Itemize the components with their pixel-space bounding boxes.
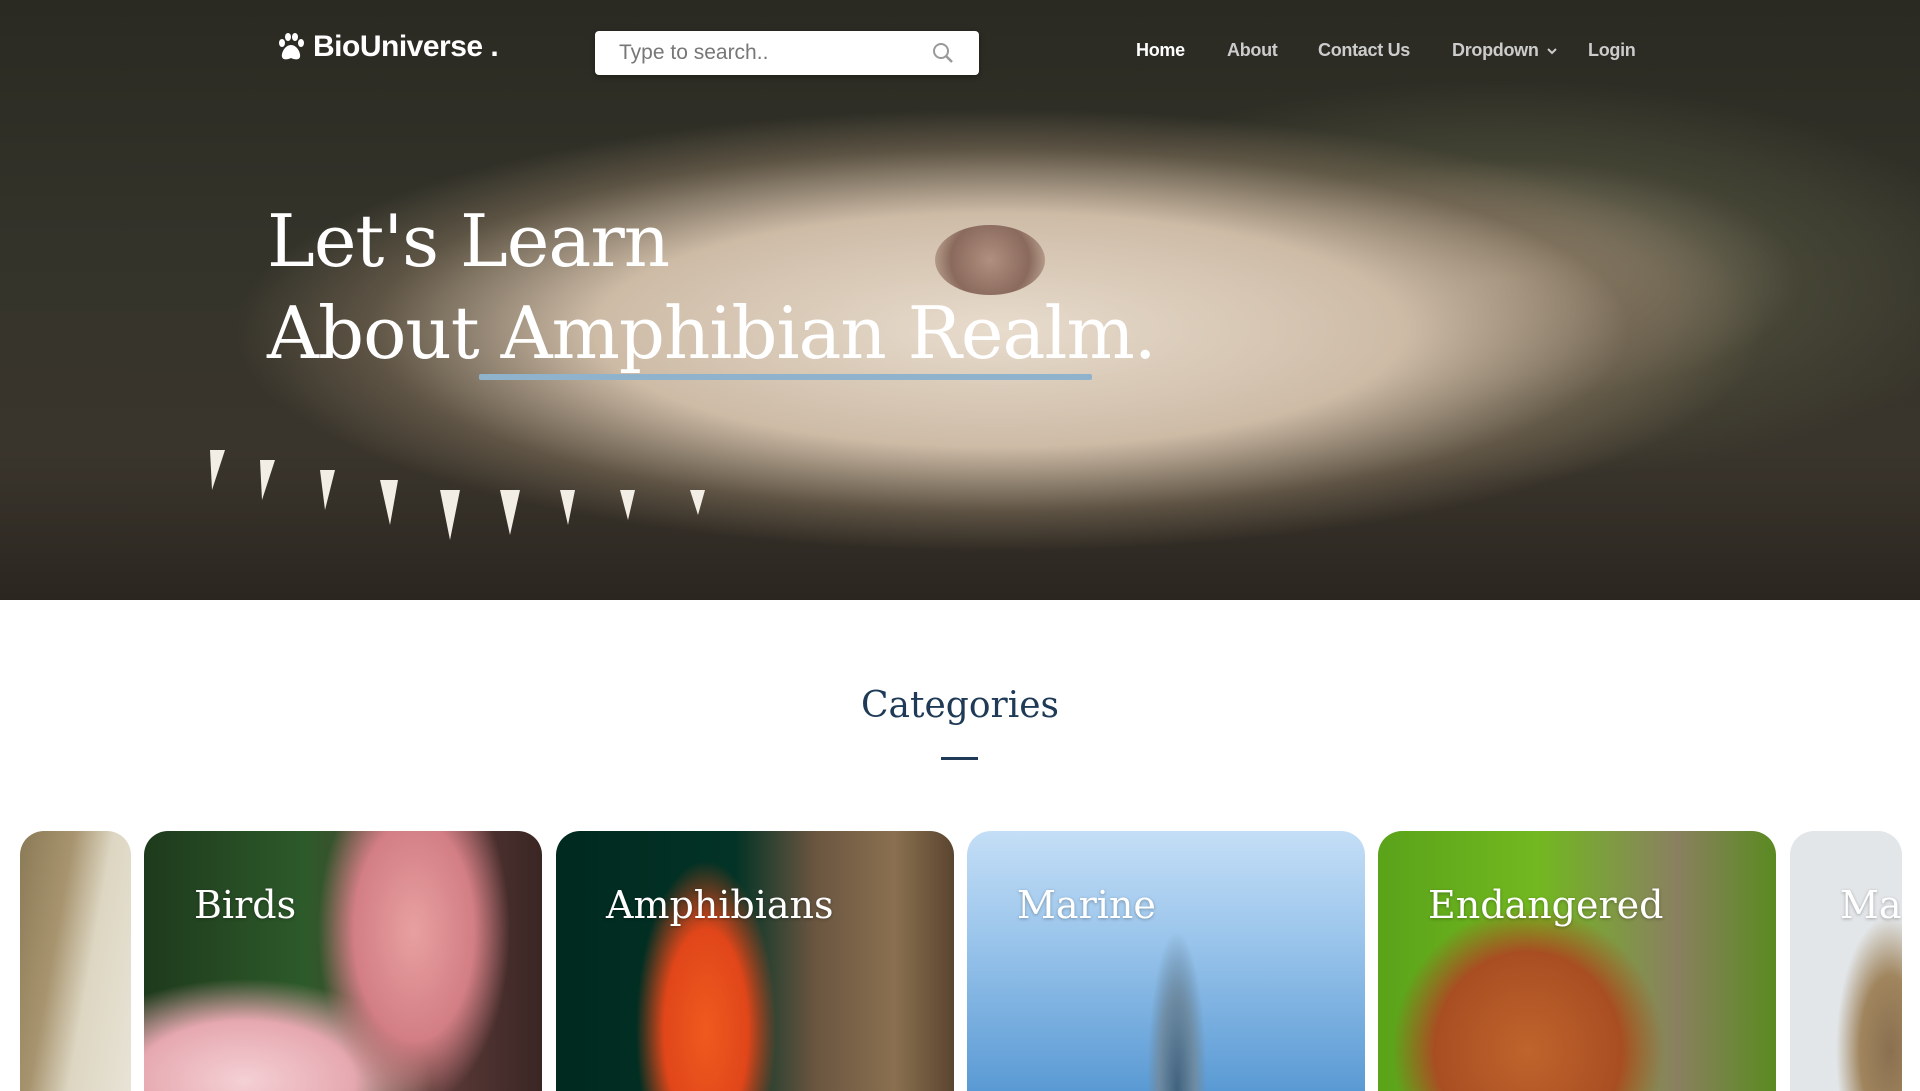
nav-contact-us[interactable]: Contact Us — [1318, 40, 1410, 61]
nav-dropdown[interactable]: Dropdown — [1452, 40, 1557, 61]
paw-icon — [279, 33, 304, 60]
categories-title: Categories — [861, 685, 1059, 726]
logo-text: BioUniverse . — [313, 30, 499, 63]
alligator-teeth-image — [210, 450, 705, 540]
category-card-amphibians[interactable]: Amphibians — [556, 831, 954, 1091]
category-label: Birds — [194, 883, 297, 927]
category-label: Ma — [1840, 883, 1902, 927]
hero-heading: Let's Learn About Amphibian Realm. — [267, 195, 1157, 379]
nav-dropdown-label: Dropdown — [1452, 40, 1539, 60]
category-card-mammals[interactable]: Ma — [1790, 831, 1902, 1091]
nav-login[interactable]: Login — [1588, 40, 1636, 61]
hero-underline — [479, 374, 1092, 380]
nav-home[interactable]: Home — [1136, 40, 1185, 61]
hero-line-2: About Amphibian Realm. — [267, 291, 1157, 375]
chevron-down-icon — [1546, 47, 1557, 54]
category-card-reptiles[interactable] — [20, 831, 131, 1091]
logo[interactable]: BioUniverse . — [277, 30, 499, 64]
category-card-endangered[interactable]: Endangered — [1378, 831, 1776, 1091]
search-icon[interactable] — [931, 41, 955, 65]
category-label: Endangered — [1428, 883, 1664, 927]
categories-divider — [941, 757, 978, 760]
category-label: Marine — [1017, 883, 1156, 927]
hero-line-1: Let's Learn — [267, 199, 670, 283]
search-box[interactable] — [595, 31, 979, 75]
category-card-marine[interactable]: Marine — [967, 831, 1365, 1091]
category-card-birds[interactable]: Birds — [144, 831, 542, 1091]
site-header: BioUniverse . Home About Contact Us Drop… — [0, 0, 1920, 100]
category-label: Amphibians — [606, 883, 834, 927]
search-input[interactable] — [619, 41, 931, 65]
nav-about[interactable]: About — [1227, 40, 1278, 61]
